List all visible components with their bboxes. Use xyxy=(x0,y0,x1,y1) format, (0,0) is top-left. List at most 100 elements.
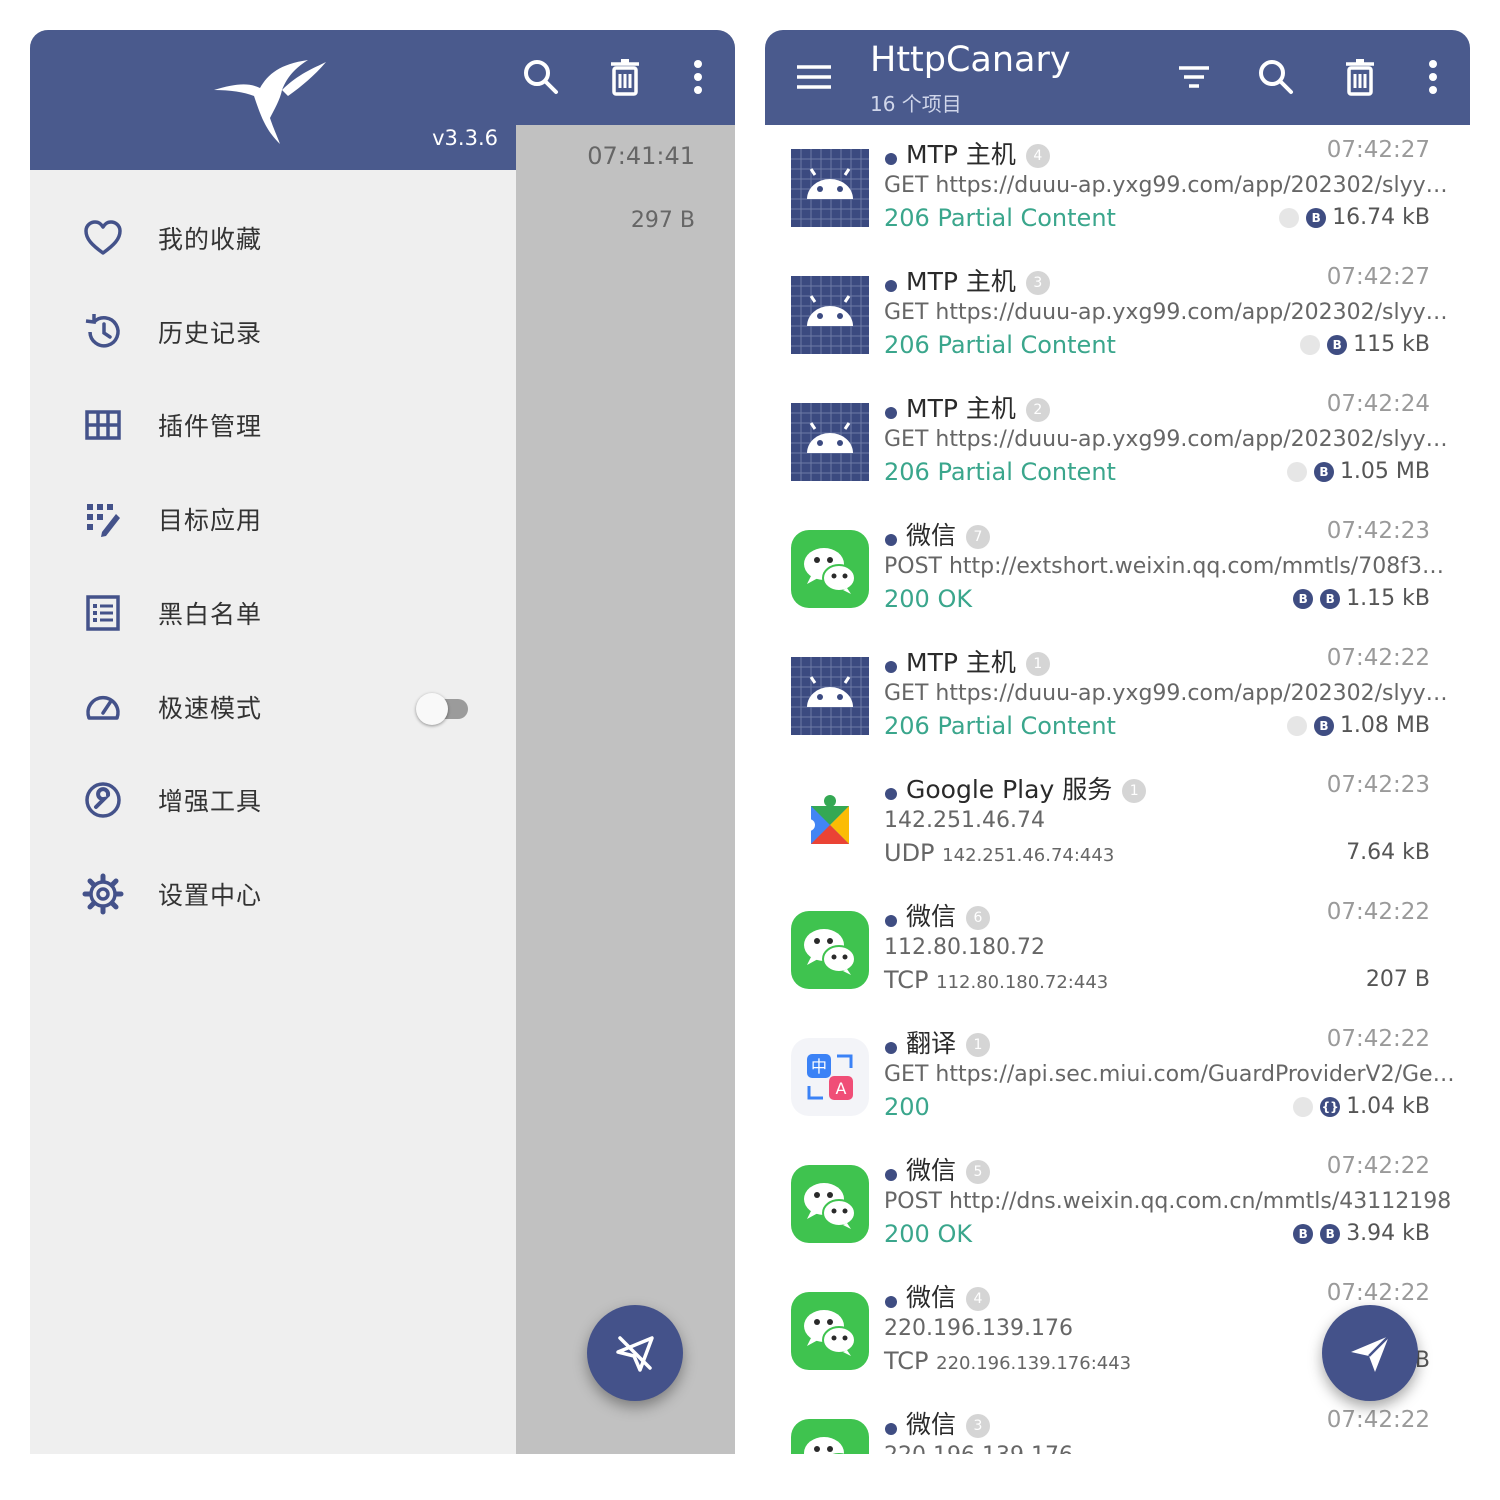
search-icon[interactable] xyxy=(1253,54,1299,100)
more-options-icon[interactable] xyxy=(675,54,721,100)
drawer-item-favorites[interactable]: 我的收藏 xyxy=(30,198,516,278)
app-name: 微信 xyxy=(906,902,957,931)
drawer-item-label: 极速模式 xyxy=(158,694,263,723)
status-dot xyxy=(885,915,897,927)
app-version: v3.3.6 xyxy=(432,126,498,150)
app-name: MTP 主机 xyxy=(906,394,1016,423)
response-body-badge: B xyxy=(1320,588,1341,609)
filter-icon[interactable] xyxy=(1171,54,1217,100)
payload-size: 115 kB xyxy=(1353,332,1430,357)
drawer-item-label: 设置中心 xyxy=(158,881,263,910)
connection-count-badge: 4 xyxy=(966,1287,991,1311)
connection-count-badge: 5 xyxy=(966,1160,991,1184)
drawer-item-label: 我的收藏 xyxy=(158,225,263,254)
drawer-item-label: 黑白名单 xyxy=(158,600,263,629)
drawer-item-target-apps[interactable]: 目标应用 xyxy=(30,479,516,559)
drawer-item-settings[interactable]: 设置中心 xyxy=(30,854,516,934)
right-screen: HttpCanary 16 个项目 MTP 主机 4 07:42:27 GET h… xyxy=(765,30,1470,1454)
status-dot xyxy=(885,1423,897,1435)
connection-count-badge: 2 xyxy=(1025,398,1050,422)
more-options-icon[interactable] xyxy=(1410,54,1456,100)
status-dot xyxy=(885,1296,897,1308)
wechat-app-icon xyxy=(791,1165,869,1243)
response-body-badge: {} xyxy=(1320,1096,1341,1117)
response-status: 200 xyxy=(884,1093,930,1121)
capture-entry[interactable]: MTP 主机 2 07:42:24 GET https://duuu-ap.yxg… xyxy=(765,379,1470,506)
capture-entry[interactable]: 微信 6 07:42:22 112.80.180.72 TCP 112.80.18… xyxy=(765,887,1470,1014)
payload-size: 3.94 kB xyxy=(1346,1221,1430,1246)
app-name: 微信 xyxy=(906,1410,957,1439)
drawer-item-label: 增强工具 xyxy=(158,787,263,816)
capture-stop-fab[interactable] xyxy=(587,1305,683,1401)
capture-start-fab[interactable] xyxy=(1322,1305,1418,1401)
capture-entry[interactable]: 微信 5 07:42:22 POST http://dns.weixin.qq.c… xyxy=(765,1141,1470,1268)
drawer-header: v3.3.6 xyxy=(30,30,516,170)
status-dot xyxy=(885,1042,897,1054)
connection-count-badge: 1 xyxy=(966,1033,991,1057)
connection-count-badge: 4 xyxy=(1025,144,1050,168)
status-dot xyxy=(885,280,897,292)
response-status: 200 OK xyxy=(884,1220,973,1248)
request-url: POST http://extshort.weixin.qq.com/mmtls… xyxy=(884,554,1456,579)
capture-entry[interactable]: MTP 主机 3 07:42:27 GET https://duuu-ap.yxg… xyxy=(765,252,1470,379)
capture-entry[interactable]: 微信 7 07:42:23 POST http://extshort.weixin… xyxy=(765,506,1470,633)
speedometer-icon xyxy=(82,686,124,728)
entry-time: 07:42:22 xyxy=(1326,1153,1430,1179)
wechat-app-icon xyxy=(791,530,869,608)
request-body-badge xyxy=(1279,207,1300,228)
send-off-icon xyxy=(616,1336,654,1372)
drawer-item-label: 插件管理 xyxy=(158,412,263,441)
android-app-icon xyxy=(791,149,869,227)
status-dot xyxy=(885,407,897,419)
remote-address: 142.251.46.74:443 xyxy=(942,845,1115,866)
connection-count-badge: 1 xyxy=(1122,779,1147,803)
svg-text:中: 中 xyxy=(811,1057,827,1076)
entry-time: 07:42:22 xyxy=(1326,1026,1430,1052)
background-entry-size: 297 B xyxy=(630,208,695,233)
response-status: 206 Partial Content xyxy=(884,204,1116,232)
background-entry-time: 07:41:41 xyxy=(587,142,695,170)
remote-address: 112.80.180.72:443 xyxy=(936,972,1109,993)
response-status: TCP xyxy=(884,966,929,994)
request-url: GET https://duuu-ap.yxg99.com/app/202302… xyxy=(884,300,1456,325)
entry-time: 07:42:23 xyxy=(1326,772,1430,798)
drawer-item-history[interactable]: 历史记录 xyxy=(30,292,516,372)
search-icon[interactable] xyxy=(518,54,564,100)
drawer-item-enhance-tools[interactable]: 增强工具 xyxy=(30,760,516,840)
capture-entry[interactable]: MTP 主机 1 07:42:22 GET https://duuu-ap.yxg… xyxy=(765,633,1470,760)
send-icon xyxy=(1351,1335,1390,1372)
delete-all-icon[interactable] xyxy=(602,54,648,100)
status-dot xyxy=(885,153,897,165)
hummingbird-logo-icon xyxy=(214,60,326,144)
payload-size: 207 B xyxy=(1365,967,1430,992)
app-bar: HttpCanary 16 个项目 xyxy=(765,30,1470,125)
response-status: 206 Partial Content xyxy=(884,712,1116,740)
app-name: MTP 主机 xyxy=(906,648,1016,677)
capture-entry[interactable]: 中 A 翻译 1 07:42:22 GET https://api.sec.miu… xyxy=(765,1014,1470,1141)
turbo-mode-toggle[interactable] xyxy=(416,693,470,725)
entry-time: 07:42:22 xyxy=(1326,1280,1430,1306)
entry-time: 07:42:27 xyxy=(1326,137,1430,163)
drawer-item-blackwhite-list[interactable]: 黑白名单 xyxy=(30,573,516,653)
app-name: Google Play 服务 xyxy=(906,775,1113,804)
capture-entry[interactable]: MTP 主机 4 07:42:27 GET https://duuu-ap.yxg… xyxy=(765,125,1470,252)
drawer-item-plugins[interactable]: 插件管理 xyxy=(30,385,516,465)
payload-size: 1.05 MB xyxy=(1339,459,1430,484)
drawer-item-turbo-mode[interactable]: 极速模式 xyxy=(30,667,516,747)
request-url: GET https://api.sec.miui.com/GuardProvid… xyxy=(884,1062,1456,1087)
connection-count-badge: 7 xyxy=(966,525,991,549)
capture-entry[interactable]: 微信 3 07:42:22 220.196.139.176 xyxy=(765,1395,1470,1454)
payload-size: 1.04 kB xyxy=(1346,1094,1430,1119)
grid-icon xyxy=(82,404,124,446)
menu-icon[interactable] xyxy=(791,54,837,100)
apps-edit-icon xyxy=(82,498,124,540)
request-url: POST http://dns.weixin.qq.com.cn/mmtls/4… xyxy=(884,1189,1452,1214)
page-title: HttpCanary xyxy=(870,40,1071,80)
request-url: 220.196.139.176 xyxy=(884,1443,1456,1454)
response-body-badge: B xyxy=(1320,1223,1341,1244)
connection-count-badge: 1 xyxy=(1025,652,1050,676)
capture-entry[interactable]: Google Play 服务 1 07:42:23 142.251.46.74 U… xyxy=(765,760,1470,887)
response-body-badge: B xyxy=(1313,461,1334,482)
response-status: 206 Partial Content xyxy=(884,458,1116,486)
delete-all-icon[interactable] xyxy=(1337,54,1383,100)
